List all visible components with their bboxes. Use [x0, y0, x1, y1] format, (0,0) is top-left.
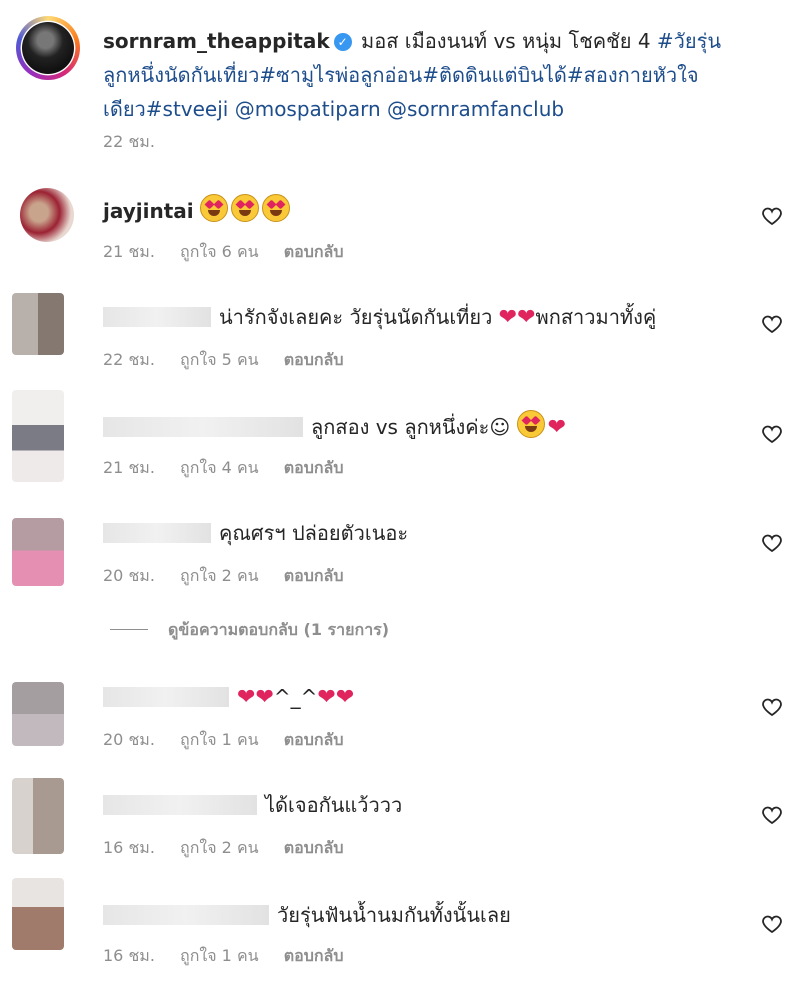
hidden-username [103, 687, 229, 707]
hidden-username [103, 795, 257, 815]
comment-likes[interactable]: ถูกใจ 1 คน [180, 946, 259, 965]
post-timestamp[interactable]: 22 ชม. [103, 130, 155, 155]
heart-outline-icon[interactable] [760, 912, 784, 936]
comment-body: ได้เจอกันแว้ววว [265, 793, 403, 817]
reply-button[interactable]: ตอบกลับ [284, 242, 344, 261]
comment-time[interactable]: 16 ชม. [103, 838, 155, 857]
heart-eyes-emoji [200, 194, 228, 222]
comment-item: ได้เจอกันแว้ววว 16 ชม. ถูกใจ 2 คน ตอบกลั… [0, 768, 800, 876]
comment-likes[interactable]: ถูกใจ 5 คน [180, 350, 259, 369]
heart-outline-icon[interactable] [760, 422, 784, 446]
comment-meta: 22 ชม. ถูกใจ 5 คน ตอบกลับ [103, 348, 364, 373]
comment-time[interactable]: 22 ชม. [103, 350, 155, 369]
comment-body-after: พกสาวมาทั้งคู่ [535, 305, 657, 329]
red-heart-emoji: ❤ [237, 685, 256, 710]
commenter-avatar[interactable] [12, 778, 64, 854]
comment-body: ลูกสอง vs ลูกหนึ่งค่ะ☺ [311, 415, 511, 439]
caption-line2[interactable]: ลูกหนึ่งนัดกันเที่ยว#ซามูไรพ่อลูกอ่อน#ติ… [103, 63, 699, 87]
comment-text: วัยรุ่นฟันน้ำนมกันทั้งนั้นเลย [103, 900, 511, 930]
heart-outline-icon[interactable] [760, 204, 784, 228]
comment-item: น่ารักจังเลยคะ วัยรุ่นนัดกันเที่ยว ❤❤พกส… [0, 278, 800, 386]
comment-time[interactable]: 21 ชม. [103, 242, 155, 261]
comment-body: น่ารักจังเลยคะ วัยรุ่นนัดกันเที่ยว [219, 305, 493, 329]
comment-time[interactable]: 20 ชม. [103, 566, 155, 585]
owner-username[interactable]: sornram_theappitak [103, 29, 330, 53]
red-heart-emoji: ❤ [317, 685, 336, 710]
commenter-username[interactable]: jayjintai [103, 199, 194, 223]
heart-eyes-emoji [516, 410, 545, 438]
commenter-avatar[interactable] [12, 293, 64, 355]
caption-plain: มอส เมืองนนท์ vs หนุ่ม โชคชัย 4 [361, 29, 651, 53]
red-heart-emoji: ❤ [335, 685, 355, 710]
comment-text: jayjintai [103, 194, 293, 226]
caption-text: sornram_theappitak ✓ มอส เมืองนนท์ vs หนุ… [103, 24, 763, 126]
hashtag-line1[interactable]: #วัยรุ่น [657, 29, 721, 53]
hidden-username [103, 307, 211, 327]
comment-item: ลูกสอง vs ลูกหนึ่งค่ะ☺ ❤ 21 ชม. ถูกใจ 4 … [0, 386, 800, 494]
comment-meta: 20 ชม. ถูกใจ 2 คน ตอบกลับ [103, 564, 364, 589]
heart-outline-icon[interactable] [760, 531, 784, 555]
heart-outline-icon[interactable] [760, 695, 784, 719]
comment-time[interactable]: 16 ชม. [103, 946, 155, 965]
verified-badge-icon: ✓ [333, 33, 352, 51]
commenter-avatar[interactable] [12, 390, 64, 482]
comment-meta: 16 ชม. ถูกใจ 2 คน ตอบกลับ [103, 836, 364, 861]
red-heart-emoji: ❤ [517, 305, 536, 330]
red-heart-emoji: ❤ [498, 305, 518, 330]
heart-outline-icon[interactable] [760, 312, 784, 336]
comment-text: ได้เจอกันแว้ววว [103, 790, 402, 820]
comment-likes[interactable]: ถูกใจ 2 คน [180, 566, 259, 585]
heart-eyes-emoji [262, 194, 290, 222]
post-caption: sornram_theappitak ✓ มอส เมืองนนท์ vs หนุ… [0, 0, 800, 170]
reply-button[interactable]: ตอบกลับ [284, 566, 344, 585]
owner-avatar[interactable] [16, 16, 80, 80]
red-heart-emoji: ❤ [255, 685, 274, 710]
comment-meta: 21 ชม. ถูกใจ 6 คน ตอบกลับ [103, 240, 364, 265]
divider-line [110, 629, 148, 630]
comment-meta: 21 ชม. ถูกใจ 4 คน ตอบกลับ [103, 456, 364, 481]
comment-time[interactable]: 20 ชม. [103, 730, 155, 749]
reply-button[interactable]: ตอบกลับ [284, 458, 344, 477]
view-replies-button[interactable]: ดูข้อความตอบกลับ (1 รายการ) [110, 618, 389, 643]
comment-likes[interactable]: ถูกใจ 4 คน [180, 458, 259, 477]
reply-button[interactable]: ตอบกลับ [284, 946, 344, 965]
comment-item: jayjintai 21 ชม. ถูกใจ 6 คน ตอบกลับ [0, 170, 800, 278]
comment-body: ^_^ [273, 685, 318, 709]
comment-item: คุณศรฯ ปล่อยตัวเนอะ 20 ชม. ถูกใจ 2 คน ตอ… [0, 494, 800, 602]
comment-likes[interactable]: ถูกใจ 1 คน [180, 730, 259, 749]
commenter-avatar[interactable] [20, 188, 74, 242]
hidden-username [103, 905, 269, 925]
hidden-username [103, 417, 303, 437]
comment-text: น่ารักจังเลยคะ วัยรุ่นนัดกันเที่ยว ❤❤พกส… [103, 302, 656, 333]
red-heart-emoji: ❤ [547, 415, 567, 440]
reply-button[interactable]: ตอบกลับ [284, 350, 344, 369]
caption-line3[interactable]: เดียว#stveeji @mospatiparn @sornramfancl… [103, 97, 564, 121]
heart-outline-icon[interactable] [760, 803, 784, 827]
reply-button[interactable]: ตอบกลับ [284, 730, 344, 749]
commenter-avatar[interactable] [12, 682, 64, 746]
hidden-username [103, 523, 211, 543]
comment-meta: 20 ชม. ถูกใจ 1 คน ตอบกลับ [103, 728, 364, 753]
comment-text: ❤❤^_^❤❤ [103, 682, 354, 713]
comment-likes[interactable]: ถูกใจ 6 คน [180, 242, 259, 261]
comment-text: ลูกสอง vs ลูกหนึ่งค่ะ☺ ❤ [103, 410, 566, 443]
commenter-avatar[interactable] [12, 878, 64, 950]
comment-text: คุณศรฯ ปล่อยตัวเนอะ [103, 518, 408, 548]
heart-eyes-emoji [231, 194, 259, 222]
comment-body: คุณศรฯ ปล่อยตัวเนอะ [219, 521, 409, 545]
comment-item: วัยรุ่นฟันน้ำนมกันทั้งนั้นเลย 16 ชม. ถูก… [0, 876, 800, 984]
reply-button[interactable]: ตอบกลับ [284, 838, 344, 857]
view-replies-label: ดูข้อความตอบกลับ (1 รายการ) [168, 620, 390, 639]
comment-time[interactable]: 21 ชม. [103, 458, 155, 477]
comment-body: วัยรุ่นฟันน้ำนมกันทั้งนั้นเลย [277, 903, 511, 927]
commenter-avatar[interactable] [12, 518, 64, 586]
comment-item: ❤❤^_^❤❤ 20 ชม. ถูกใจ 1 คน ตอบกลับ [0, 660, 800, 768]
comment-meta: 16 ชม. ถูกใจ 1 คน ตอบกลับ [103, 944, 364, 969]
comment-likes[interactable]: ถูกใจ 2 คน [180, 838, 259, 857]
